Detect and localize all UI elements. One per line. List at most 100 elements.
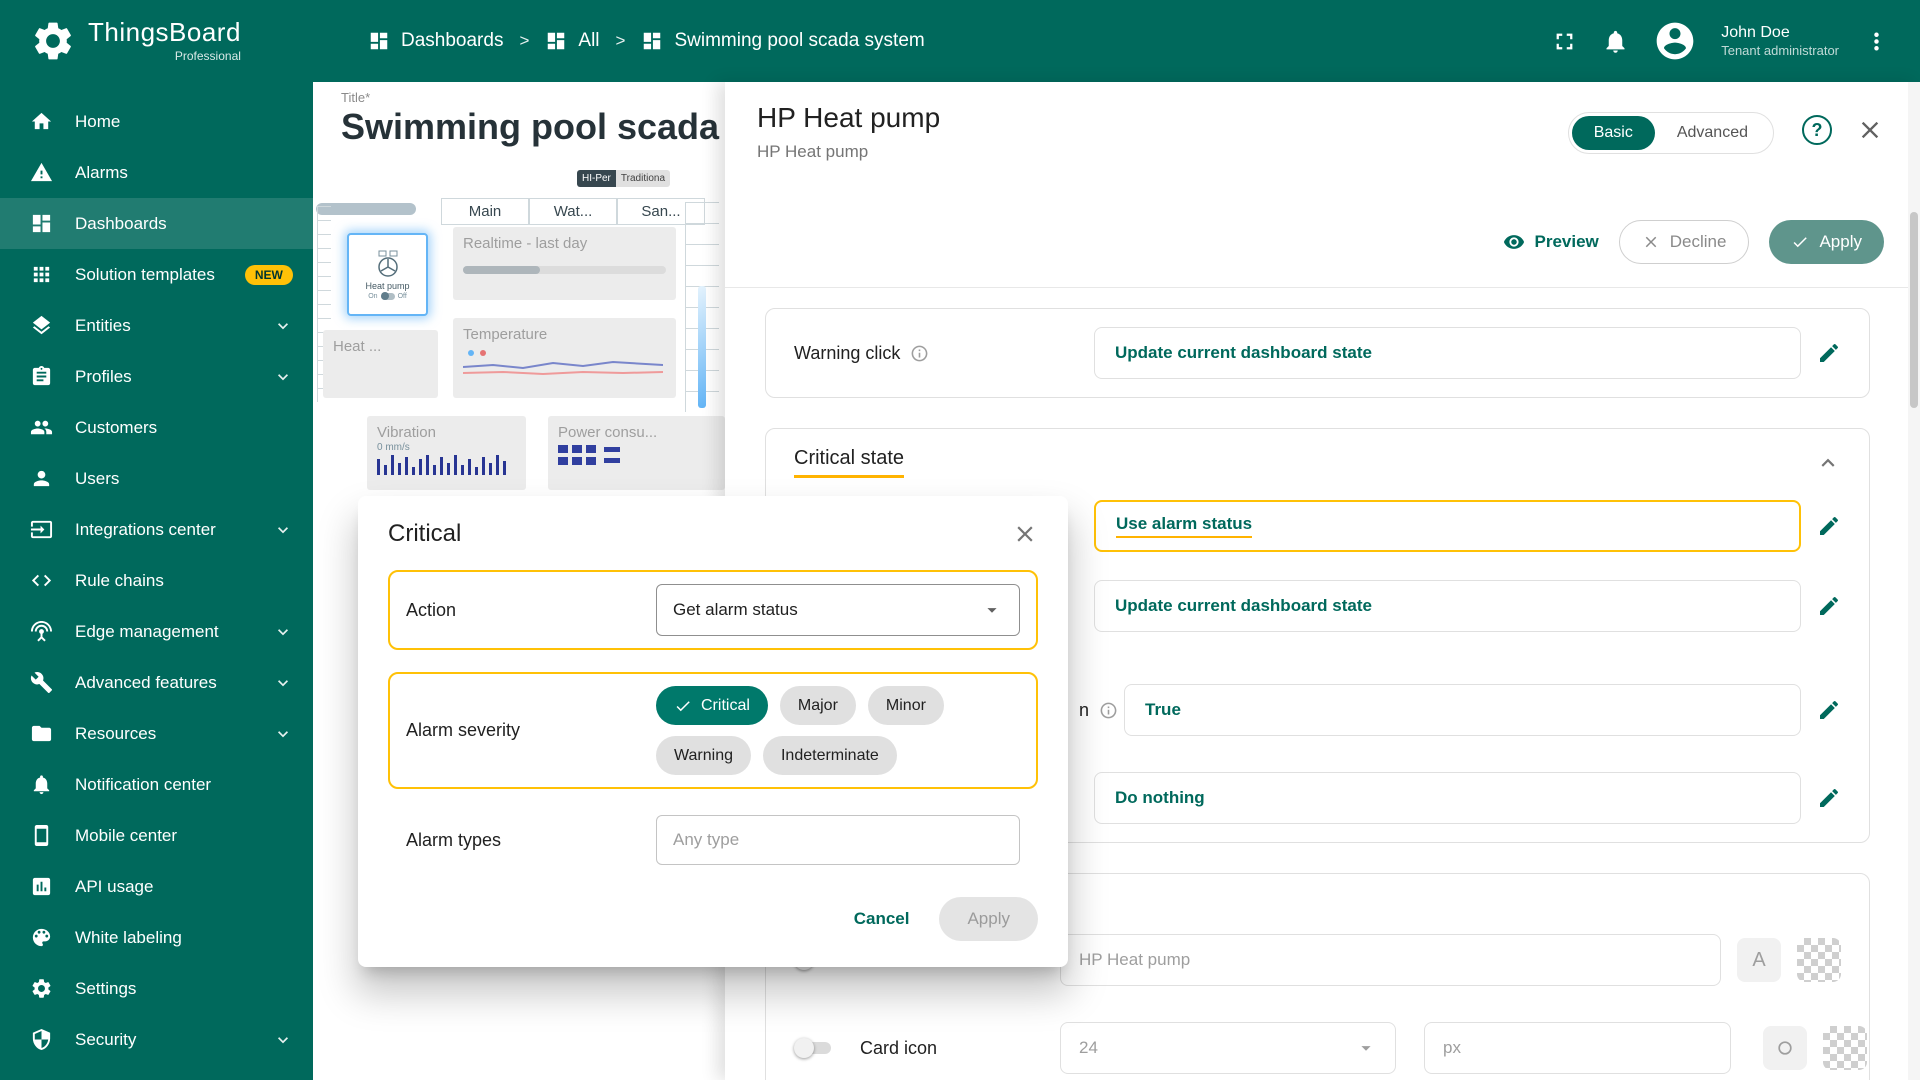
heat-widget[interactable]: Heat ... — [323, 330, 438, 398]
sidebar-item-dashboards[interactable]: Dashboards — [0, 198, 313, 249]
severity-chip-warning[interactable]: Warning — [656, 736, 751, 775]
sidebar-item-edge-management[interactable]: Edge management — [0, 606, 313, 657]
severity-chip-critical[interactable]: Critical — [656, 686, 768, 725]
sidebar-item-profiles[interactable]: Profiles — [0, 351, 313, 402]
do-nothing-value[interactable]: Do nothing — [1094, 772, 1801, 824]
mode-basic-button[interactable]: Basic — [1572, 116, 1655, 150]
sidebar-item-settings[interactable]: Settings — [0, 963, 313, 1014]
sidebar-item-security[interactable]: Security — [0, 1014, 313, 1065]
breadcrumb-all[interactable]: All — [545, 30, 599, 52]
vibration-widget[interactable]: Vibration 0 mm/s — [367, 416, 526, 490]
severity-chip-list: Critical Major Minor Warning Indetermina… — [656, 686, 1020, 775]
widget-title-input-box[interactable] — [1060, 934, 1721, 986]
fullscreen-icon[interactable] — [1551, 28, 1578, 55]
sidebar-item-rule-chains[interactable]: Rule chains — [0, 555, 313, 606]
preview-button[interactable]: Preview — [1503, 231, 1599, 253]
widget-caption: Heat pump — [365, 281, 409, 291]
integration-input-icon — [30, 518, 53, 541]
alarm-types-input[interactable] — [656, 815, 1020, 865]
help-button[interactable]: ? — [1802, 115, 1832, 145]
severity-chip-major[interactable]: Major — [780, 686, 856, 725]
close-icon[interactable] — [1856, 116, 1884, 144]
icon-size-unit-select[interactable]: px — [1424, 1022, 1731, 1074]
notifications-bell-icon[interactable] — [1602, 28, 1629, 55]
sidebar-item-entities[interactable]: Entities — [0, 300, 313, 351]
warning-click-action-value[interactable]: Update current dashboard state — [1094, 327, 1801, 379]
preview-label: Preview — [1535, 232, 1599, 252]
edit-pencil-icon[interactable] — [1817, 698, 1841, 722]
assignment-icon — [30, 365, 53, 388]
mode-advanced-button[interactable]: Advanced — [1655, 116, 1770, 150]
edit-pencil-icon[interactable] — [1817, 786, 1841, 810]
dialog-apply-button[interactable]: Apply — [939, 897, 1038, 941]
sidebar-item-users[interactable]: Users — [0, 453, 313, 504]
person-icon — [30, 467, 53, 490]
alarm-warning-icon — [30, 161, 53, 184]
sidebar-item-mobile-center[interactable]: Mobile center — [0, 810, 313, 861]
title-font-button[interactable]: A — [1737, 938, 1781, 982]
heat-pump-on-off-toggle[interactable]: On Off — [368, 293, 407, 300]
edit-pencil-icon[interactable] — [1817, 514, 1841, 538]
tab-main[interactable]: Main — [441, 198, 529, 225]
close-icon[interactable] — [1012, 521, 1038, 547]
indication-true-value[interactable]: True — [1124, 684, 1801, 736]
dashboard-state-tabs: Main Wat... San... — [441, 198, 705, 225]
icon-picker-button[interactable] — [1763, 1026, 1807, 1070]
card-icon-toggle[interactable] — [794, 1037, 834, 1059]
sidebar-item-advanced-features[interactable]: Advanced features — [0, 657, 313, 708]
severity-chip-minor[interactable]: Minor — [868, 686, 944, 725]
realtime-widget[interactable]: Realtime - last day — [453, 227, 676, 300]
edit-pencil-icon[interactable] — [1817, 341, 1841, 365]
dashboards-icon — [30, 212, 53, 235]
breadcrumb-dashboards[interactable]: Dashboards — [368, 30, 503, 52]
icon-size-select[interactable] — [1060, 1022, 1396, 1074]
title-color-swatch[interactable] — [1797, 938, 1841, 982]
apply-button[interactable]: Apply — [1769, 220, 1884, 264]
severity-chip-indeterminate[interactable]: Indeterminate — [763, 736, 897, 775]
card-icon-label: Card icon — [860, 1038, 1060, 1059]
sidebar-item-notification-center[interactable]: Notification center — [0, 759, 313, 810]
action-field-highlight: Action Get alarm status — [388, 570, 1038, 650]
sidebar-item-customers[interactable]: Customers — [0, 402, 313, 453]
heat-pump-widget-selected[interactable]: Heat pump On Off — [347, 233, 428, 316]
sidebar-item-alarms[interactable]: Alarms — [0, 147, 313, 198]
power-consumption-widget[interactable]: Power consu... — [548, 416, 725, 490]
sidebar-item-label: Rule chains — [75, 571, 164, 591]
decline-button[interactable]: Decline — [1619, 220, 1750, 264]
tab-water[interactable]: Wat... — [529, 198, 617, 225]
bar-chart-icon — [30, 875, 53, 898]
chevron-up-icon[interactable] — [1815, 450, 1841, 476]
sidebar-item-white-labeling[interactable]: White labeling — [0, 912, 313, 963]
sidebar-item-home[interactable]: Home — [0, 96, 313, 147]
use-alarm-status-value[interactable]: Use alarm status — [1094, 500, 1801, 552]
update-dashboard-state-value[interactable]: Update current dashboard state — [1094, 580, 1801, 632]
icon-size-input[interactable] — [1079, 1038, 1355, 1058]
dashboard-title-input[interactable]: Swimming pool scada — [341, 106, 719, 148]
brand[interactable]: ThingsBoard Professional — [30, 18, 322, 64]
edit-pencil-icon[interactable] — [1817, 594, 1841, 618]
chevron-down-icon — [981, 599, 1003, 621]
tabs-scroll-thumb[interactable] — [316, 203, 416, 215]
breadcrumb-current-dashboard[interactable]: Swimming pool scada system — [641, 30, 924, 52]
temperature-widget[interactable]: Temperature — [453, 318, 676, 398]
kebab-menu-icon[interactable] — [1863, 28, 1890, 55]
dialog-footer: Cancel Apply — [388, 897, 1038, 941]
eye-icon — [1503, 231, 1525, 253]
widget-title: Vibration — [377, 424, 436, 441]
avatar[interactable] — [1653, 19, 1697, 63]
sidebar-item-resources[interactable]: Resources — [0, 708, 313, 759]
drawer-scrollbar-thumb[interactable] — [1910, 212, 1918, 408]
action-select[interactable]: Get alarm status — [656, 584, 1020, 636]
widget-title-input[interactable] — [1079, 950, 1702, 970]
breadcrumb-label: Dashboards — [401, 30, 503, 52]
widget-title: Realtime - last day — [463, 235, 587, 252]
sidebar-item-api-usage[interactable]: API usage — [0, 861, 313, 912]
sidebar-item-integrations-center[interactable]: Integrations center — [0, 504, 313, 555]
cancel-button[interactable]: Cancel — [854, 909, 910, 929]
temperature-sparkline — [463, 343, 663, 377]
icon-color-swatch[interactable] — [1823, 1026, 1867, 1070]
dashboards-icon — [368, 30, 390, 52]
sidebar-item-solution-templates[interactable]: Solution templates NEW — [0, 249, 313, 300]
chip-light-label: Traditiona — [616, 170, 670, 187]
sidebar-item-label: Resources — [75, 724, 156, 744]
